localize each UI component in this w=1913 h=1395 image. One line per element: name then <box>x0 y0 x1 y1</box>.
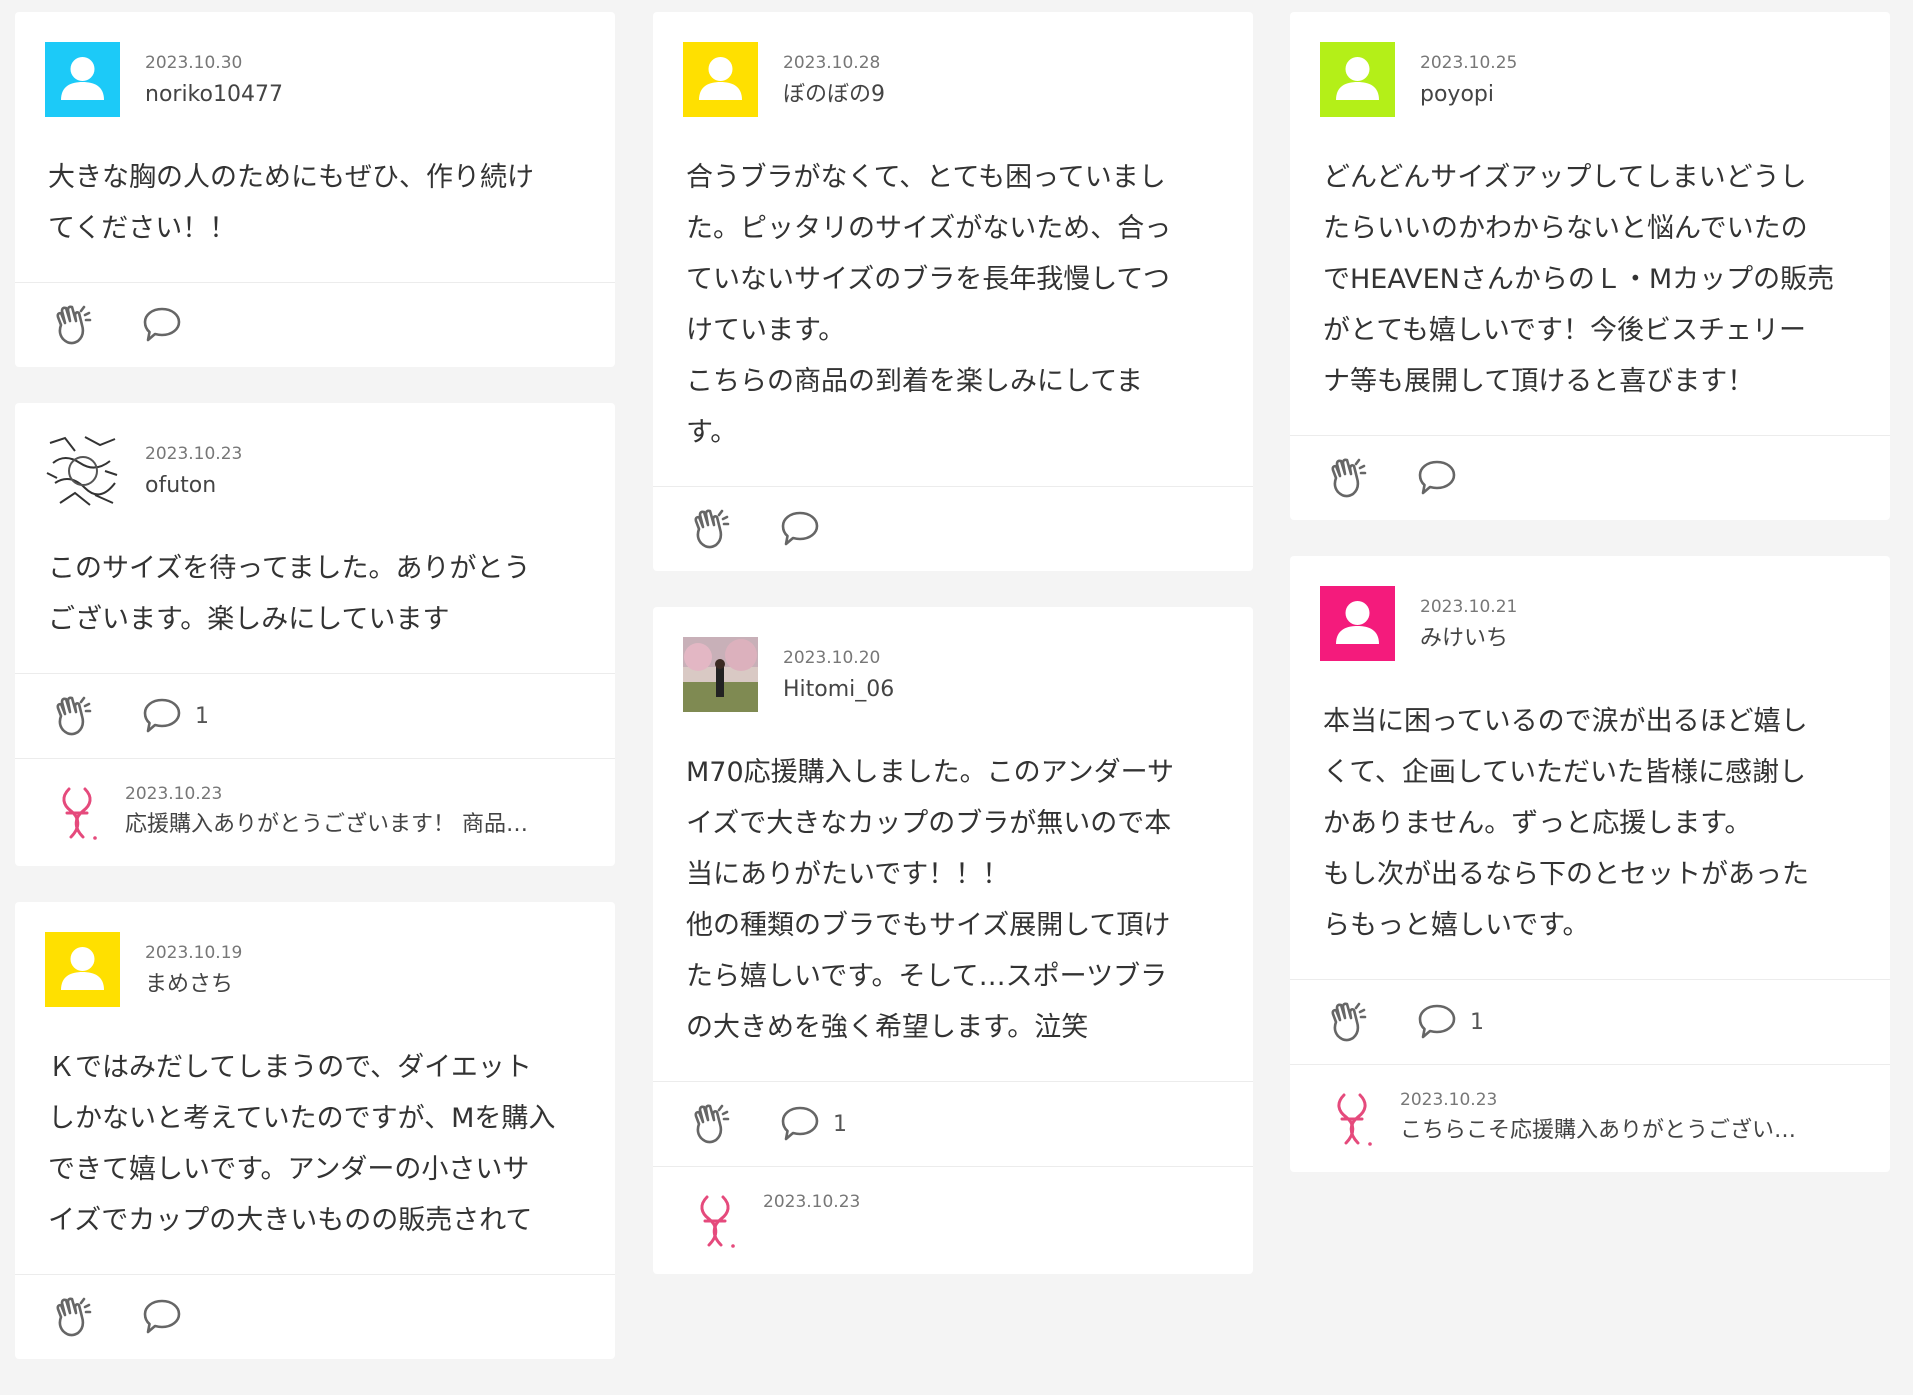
username[interactable]: poyopi <box>1420 80 1517 110</box>
review-text: 本当に困っているので涙が出るほど嬉し くて、企画していただいた皆様に感謝し かあ… <box>1323 706 1809 941</box>
username[interactable]: noriko10477 <box>145 80 283 110</box>
avatar-cyan[interactable] <box>45 42 120 117</box>
column-left: 2023.10.30 noriko10477 大きな胸の人のためにもぜひ、作り続… <box>15 12 615 1395</box>
review-text: 大きな胸の人のためにもぜひ、作り続け てください！！ <box>48 162 534 244</box>
review-card: 2023.10.25 poyopi どんどんサイズアップしてしまいどうし たらい… <box>1290 12 1890 520</box>
card-header: 2023.10.20 Hitomi_06 <box>653 607 1253 713</box>
comment-button[interactable] <box>1416 458 1470 498</box>
post-date: 2023.10.20 <box>783 648 881 668</box>
username[interactable]: みけいち <box>1420 624 1517 654</box>
avatar-sketch[interactable] <box>45 433 120 508</box>
post-date: 2023.10.19 <box>145 943 243 963</box>
comment-button[interactable] <box>141 1297 195 1337</box>
post-date: 2023.10.21 <box>1420 597 1518 617</box>
review-card: 2023.10.19 まめさち Ｋではみだしてしまうので、ダイエット しかないと… <box>15 902 615 1359</box>
avatar-lime[interactable] <box>1320 42 1395 117</box>
reply[interactable]: 2023.10.23 <box>653 1166 1253 1274</box>
reply-text: 応援購入ありがとうございます！ 商品… <box>125 812 528 837</box>
speech-bubble-icon <box>1416 1002 1458 1042</box>
comment-button[interactable] <box>779 509 833 549</box>
review-card: 2023.10.28 ぼのぼの9 合うブラがなくて、とても困っていまし た。ピッ… <box>653 12 1253 571</box>
clap-button[interactable] <box>1326 456 1370 500</box>
comment-button[interactable]: 1 <box>779 1104 847 1144</box>
reply-date: 2023.10.23 <box>1400 1090 1498 1110</box>
review-card: 2023.10.21 みけいち 本当に困っているので涙が出るほど嬉し くて、企画… <box>1290 556 1890 1172</box>
reply-date: 2023.10.23 <box>125 784 223 804</box>
clap-button[interactable] <box>51 303 95 347</box>
review-text: 合うブラがなくて、とても困っていまし た。ピッタリのサイズがないため、合っ てい… <box>686 162 1172 448</box>
speech-bubble-icon <box>1416 458 1458 498</box>
review-text: Ｋではみだしてしまうので、ダイエット しかないと考えていたのですが、Mを購入 で… <box>48 1052 556 1236</box>
card-actions <box>1290 435 1890 520</box>
clap-icon <box>51 694 95 738</box>
post-date: 2023.10.28 <box>783 53 881 73</box>
comment-button[interactable] <box>141 305 195 345</box>
comment-count: 1 <box>195 703 209 729</box>
clap-icon <box>51 303 95 347</box>
heaven-logo-icon <box>55 783 101 843</box>
review-text: M70応援購入しました。このアンダーサ イズで大きなカップのブラが無いので本 当… <box>686 757 1175 1043</box>
card-actions: 1 <box>15 673 615 758</box>
card-actions: 1 <box>653 1081 1253 1166</box>
avatar-pink[interactable] <box>1320 586 1395 661</box>
card-actions <box>653 486 1253 571</box>
card-header: 2023.10.25 poyopi <box>1290 12 1890 118</box>
card-header: 2023.10.21 みけいち <box>1290 556 1890 662</box>
card-header: 2023.10.30 noriko10477 <box>15 12 615 118</box>
column-middle: 2023.10.28 ぼのぼの9 合うブラがなくて、とても困っていまし た。ピッ… <box>653 12 1253 1310</box>
clap-button[interactable] <box>51 1295 95 1339</box>
card-actions <box>15 1274 615 1359</box>
speech-bubble-icon <box>141 305 183 345</box>
username[interactable]: まめさち <box>145 970 242 1000</box>
clap-icon <box>1326 456 1370 500</box>
card-header: 2023.10.28 ぼのぼの9 <box>653 12 1253 118</box>
clap-icon <box>51 1295 95 1339</box>
speech-bubble-icon <box>141 1297 183 1337</box>
reply-date: 2023.10.23 <box>763 1192 861 1212</box>
comment-button[interactable]: 1 <box>1416 1002 1484 1042</box>
column-right: 2023.10.25 poyopi どんどんサイズアップしてしまいどうし たらい… <box>1290 12 1890 1208</box>
card-actions <box>15 282 615 367</box>
comment-count: 1 <box>833 1111 847 1137</box>
comment-count: 1 <box>1470 1009 1484 1035</box>
post-date: 2023.10.30 <box>145 53 243 73</box>
speech-bubble-icon <box>141 696 183 736</box>
clap-icon <box>689 1102 733 1146</box>
reply-text: こちらこそ応援購入ありがとうござい… <box>1400 1118 1797 1143</box>
reply[interactable]: 2023.10.23 こちらこそ応援購入ありがとうござい… <box>1290 1064 1890 1172</box>
clap-icon <box>1326 1000 1370 1044</box>
post-date: 2023.10.23 <box>145 444 243 464</box>
review-card: 2023.10.23 ofuton このサイズを待ってました。ありがとう ござい… <box>15 403 615 866</box>
clap-button[interactable] <box>1326 1000 1370 1044</box>
avatar-yellow[interactable] <box>45 932 120 1007</box>
heaven-logo-icon <box>1330 1089 1376 1149</box>
avatar-photo[interactable] <box>683 637 758 712</box>
clap-button[interactable] <box>689 1102 733 1146</box>
comment-button[interactable]: 1 <box>141 696 209 736</box>
review-card: 2023.10.30 noriko10477 大きな胸の人のためにもぜひ、作り続… <box>15 12 615 367</box>
username[interactable]: ofuton <box>145 471 242 501</box>
clap-button[interactable] <box>689 507 733 551</box>
speech-bubble-icon <box>779 509 821 549</box>
card-actions: 1 <box>1290 979 1890 1064</box>
avatar-yellow[interactable] <box>683 42 758 117</box>
reply[interactable]: 2023.10.23 応援購入ありがとうございます！ 商品… <box>15 758 615 866</box>
review-text: どんどんサイズアップしてしまいどうし たらいいのかわからないと悩んでいたの でH… <box>1323 162 1835 397</box>
review-text: このサイズを待ってました。ありがとう ございます。楽しみにしています <box>48 553 531 635</box>
username[interactable]: Hitomi_06 <box>783 675 894 705</box>
clap-icon <box>689 507 733 551</box>
post-date: 2023.10.25 <box>1420 53 1518 73</box>
review-card: 2023.10.20 Hitomi_06 M70応援購入しました。このアンダーサ… <box>653 607 1253 1274</box>
card-header: 2023.10.23 ofuton <box>15 403 615 509</box>
username[interactable]: ぼのぼの9 <box>783 80 885 110</box>
card-header: 2023.10.19 まめさち <box>15 902 615 1008</box>
heaven-logo-icon <box>693 1191 739 1251</box>
speech-bubble-icon <box>779 1104 821 1144</box>
clap-button[interactable] <box>51 694 95 738</box>
